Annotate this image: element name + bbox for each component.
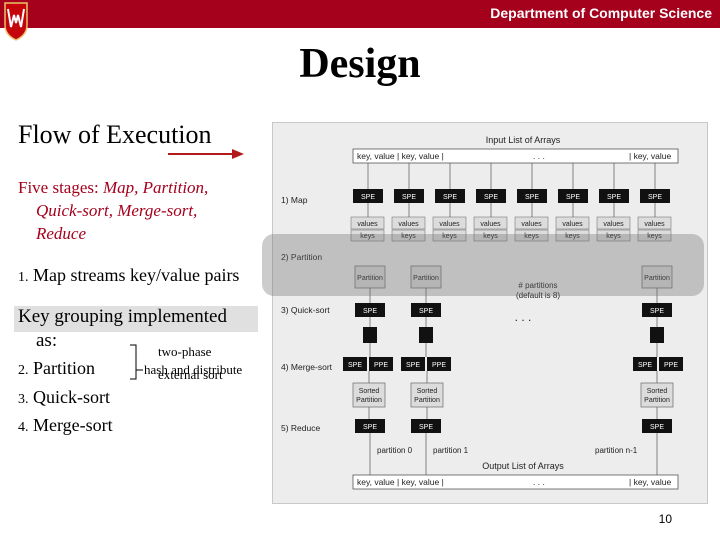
- sorted-partition-2-l2: Partition: [414, 397, 440, 404]
- bracket-connector: [130, 344, 143, 380]
- note-two-phase: two-phase: [158, 344, 212, 359]
- item-text: Quick-sort: [33, 387, 110, 407]
- partition-label-1: partition 1: [433, 446, 469, 455]
- input-end-text: | key, value: [629, 151, 671, 161]
- slide-title: Design: [299, 41, 421, 87]
- sorted-partition-2-l1: Sorted: [417, 388, 438, 395]
- right-arrow-icon: [168, 149, 244, 159]
- department-name: Department of Computer Science: [490, 5, 712, 21]
- five-stages-text: Five stages: Map, Partition, Quick-sort,…: [18, 176, 268, 245]
- mergesort-ppe-n-label: PPE: [664, 362, 678, 369]
- reduce-spe-2-label: SPE: [419, 424, 433, 431]
- stage-map-label: 1) Map: [281, 195, 308, 205]
- map-values-label: values: [603, 221, 624, 228]
- item-text: Map streams key/value pairs: [33, 265, 240, 285]
- list-item-map: 1. Map streams key/value pairs: [18, 265, 239, 286]
- output-title: Output List of Arrays: [482, 461, 564, 471]
- map-values-label: values: [398, 221, 419, 228]
- stage-mergesort-label: 4) Merge-sort: [281, 362, 333, 372]
- map-spe-label: SPE: [443, 194, 457, 201]
- input-dots: . . .: [533, 151, 545, 161]
- sorted-partition-n-l2: Partition: [644, 397, 670, 404]
- key-grouping-line: Key grouping implemented: [18, 306, 227, 327]
- partition-label-0: partition 0: [377, 446, 413, 455]
- map-values-label: values: [521, 221, 542, 228]
- middle-dots: . . .: [515, 310, 532, 324]
- item-number: 3.: [18, 392, 29, 407]
- list-item-quicksort: 3. Quick-sort: [18, 387, 110, 408]
- sorted-partition-1-l2: Partition: [356, 397, 382, 404]
- item-number: 4.: [18, 420, 29, 435]
- input-row-text: key, value | key, value |: [357, 151, 444, 161]
- reduce-spe-n-label: SPE: [650, 424, 664, 431]
- sorted-partition-n-l1: Sorted: [647, 388, 668, 395]
- top-banner: Department of Computer Science: [0, 0, 720, 28]
- mergesort-spe-1-label: SPE: [348, 362, 362, 369]
- partition-label-n: partition n-1: [595, 446, 638, 455]
- stage-reduce-label: 5) Reduce: [281, 423, 320, 433]
- reduce-spe-1-label: SPE: [363, 424, 377, 431]
- output-dots: . . .: [533, 477, 545, 487]
- map-spe-label: SPE: [361, 194, 375, 201]
- map-values-label: values: [562, 221, 583, 228]
- flow-diagram-svg: Input List of Arrays key, value | key, v…: [281, 135, 683, 490]
- map-spe-label: SPE: [648, 194, 662, 201]
- sorted-glyph-1: [363, 327, 377, 343]
- map-spe-label: SPE: [484, 194, 498, 201]
- item-text: Partition: [33, 358, 95, 378]
- list-item-partition: 2. Partition: [18, 358, 95, 379]
- note-external-sort: external sort: [158, 367, 223, 382]
- partition-stage-highlight: [262, 234, 704, 296]
- university-crest-logo: [4, 2, 28, 41]
- map-spe-label: SPE: [607, 194, 621, 201]
- item-number: 1.: [18, 270, 29, 285]
- item-text: Merge-sort: [33, 415, 113, 435]
- stages-line3: Reduce: [36, 224, 87, 243]
- page-number: 10: [658, 512, 672, 526]
- map-values-label: values: [439, 221, 460, 228]
- quicksort-spe-1-label: SPE: [363, 308, 377, 315]
- stages-line2: Quick-sort, Merge-sort,: [36, 201, 198, 220]
- item-number: 2.: [18, 363, 29, 378]
- map-spe-label: SPE: [402, 194, 416, 201]
- output-row-text: key, value | key, value |: [357, 477, 444, 487]
- stages-line1: Map, Partition,: [103, 178, 209, 197]
- sorted-glyph-2: [419, 327, 433, 343]
- output-end-text: | key, value: [629, 477, 671, 487]
- execution-flow-diagram: Input List of Arrays key, value | key, v…: [272, 122, 708, 504]
- map-values-label: values: [480, 221, 501, 228]
- map-spe-label: SPE: [566, 194, 580, 201]
- mergesort-spe-n-label: SPE: [638, 362, 652, 369]
- list-item-mergesort: 4. Merge-sort: [18, 415, 113, 436]
- sorted-glyph-n: [650, 327, 664, 343]
- map-values-label: values: [644, 221, 665, 228]
- stages-prefix: Five stages:: [18, 178, 103, 197]
- map-values-label: values: [357, 221, 378, 228]
- mergesort-spe-2-label: SPE: [406, 362, 420, 369]
- map-spe-label: SPE: [525, 194, 539, 201]
- input-title: Input List of Arrays: [486, 135, 561, 145]
- mergesort-ppe-1-label: PPE: [374, 362, 388, 369]
- mergesort-ppe-2-label: PPE: [432, 362, 446, 369]
- stage-quicksort-label: 3) Quick-sort: [281, 305, 330, 315]
- quicksort-spe-2-label: SPE: [419, 308, 433, 315]
- quicksort-spe-n-label: SPE: [650, 308, 664, 315]
- sorted-partition-1-l1: Sorted: [359, 388, 380, 395]
